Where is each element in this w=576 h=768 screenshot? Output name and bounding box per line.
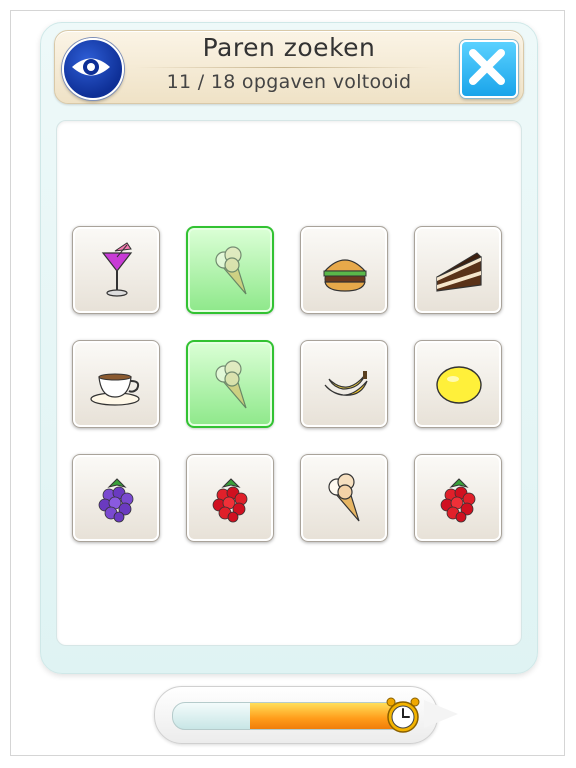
bananas-icon (324, 371, 368, 396)
card-coffee-cup[interactable] (72, 340, 160, 428)
timer-bar (154, 686, 458, 744)
card-cake-slice[interactable] (414, 226, 502, 314)
card-bananas[interactable] (300, 340, 388, 428)
timer-track (172, 702, 414, 730)
lemon-icon (436, 366, 482, 404)
card-ice-cream[interactable] (300, 454, 388, 542)
game-title: Paren zoeken (202, 33, 376, 62)
raspberry-icon (440, 478, 476, 523)
card-ice-cream[interactable] (186, 340, 274, 428)
card-blackberry[interactable] (72, 454, 160, 542)
raspberry-icon (212, 478, 248, 523)
game-header: Paren zoeken 11 / 18 opgaven voltooid (54, 30, 524, 104)
card-ice-cream[interactable] (186, 226, 274, 314)
card-raspberry[interactable] (186, 454, 274, 542)
ice-cream-icon (328, 473, 360, 522)
card-lemon[interactable] (414, 340, 502, 428)
card-cocktail[interactable] (72, 226, 160, 314)
close-icon (469, 49, 505, 85)
show-cards-button[interactable] (62, 38, 124, 100)
timer-pointer (424, 700, 458, 728)
hamburger-icon (323, 259, 367, 292)
eye-icon (72, 58, 110, 76)
cake-slice-icon (436, 252, 482, 292)
alarm-clock-icon (386, 697, 420, 733)
ice-cream-icon (215, 360, 247, 409)
blackberry-icon (98, 478, 134, 523)
ice-cream-icon (215, 246, 247, 295)
cocktail-icon (101, 242, 133, 297)
header-divider (135, 67, 433, 68)
coffee-cup-icon (90, 373, 140, 406)
progress-text: 11 / 18 opgaven voltooid (166, 71, 412, 93)
close-button[interactable] (460, 40, 518, 98)
card-raspberry[interactable] (414, 454, 502, 542)
card-hamburger[interactable] (300, 226, 388, 314)
